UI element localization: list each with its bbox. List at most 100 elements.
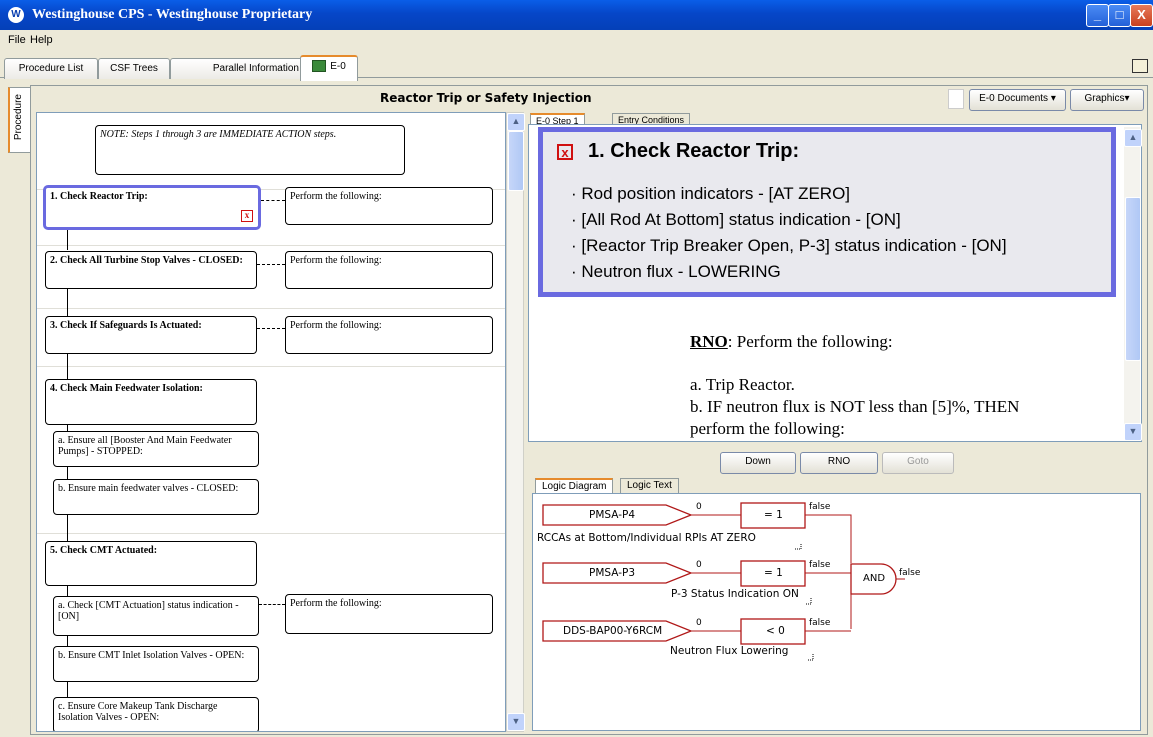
connector: [67, 586, 68, 596]
scroll-up-icon[interactable]: ▲: [1124, 129, 1142, 147]
close-button[interactable]: X: [1130, 4, 1153, 27]
logic-diagram-panel: PMSA-P4 0 = 1 false RCCAs at Bottom/Indi…: [532, 493, 1141, 731]
step-5b-box[interactable]: b. Ensure CMT Inlet Isolation Valves - O…: [53, 646, 259, 682]
input-tag: PMSA-P4: [589, 509, 636, 521]
down-button[interactable]: Down: [720, 452, 796, 474]
step-4-box[interactable]: 4. Check Main Feedwater Isolation:: [45, 379, 257, 425]
divider: [37, 366, 505, 367]
compare-label: = 1: [764, 509, 783, 521]
step-5c-box[interactable]: c. Ensure Core Makeup Tank Discharge Iso…: [53, 697, 259, 731]
connector: [67, 467, 68, 479]
rno-item-b: b. IF neutron flux is NOT less than [5]%…: [690, 397, 1020, 416]
tab-procedure-list[interactable]: Procedure List: [4, 58, 98, 79]
step-3-box[interactable]: 3. Check If Safeguards Is Actuated:: [45, 316, 257, 354]
wire: [805, 514, 852, 563]
scroll-down-icon[interactable]: ▼: [1124, 423, 1142, 441]
rno-button[interactable]: RNO: [800, 452, 878, 474]
chevron-down-icon: ▾: [1050, 93, 1056, 104]
maximize-button[interactable]: □: [1108, 4, 1131, 27]
connector: [67, 230, 68, 250]
procedure-title: Reactor Trip or Safety Injection: [380, 91, 592, 105]
app-icon: W: [8, 7, 24, 23]
step-4b-box[interactable]: b. Ensure main feedwater valves - CLOSED…: [53, 479, 259, 515]
divider: [37, 308, 505, 309]
compare-result: false: [809, 502, 831, 512]
step-3-rno-box[interactable]: Perform the following:: [285, 316, 493, 354]
step-5-box[interactable]: 5. Check CMT Actuated:: [45, 541, 257, 586]
tab-logic-text[interactable]: Logic Text: [620, 478, 679, 494]
connector: [67, 682, 68, 697]
step-1-label: 1. Check Reactor Trip:: [50, 191, 148, 202]
title-bar: W Westinghouse CPS - Westinghouse Propri…: [0, 0, 1153, 30]
tab-e-0[interactable]: E-0: [300, 55, 358, 81]
step-4a-box[interactable]: a. Ensure all [Booster And Main Feedwate…: [53, 431, 259, 467]
scroll-up-icon[interactable]: ▲: [507, 113, 525, 131]
rno-text: : Perform the following:: [727, 332, 893, 351]
failed-status-icon: x: [557, 144, 573, 160]
step-bullet: · [Reactor Trip Breaker Open, P-3] statu…: [571, 236, 1007, 255]
step-1-box[interactable]: 1. Check Reactor Trip: x: [43, 185, 261, 230]
menu-help[interactable]: Help: [30, 34, 53, 46]
input-description: RCCAs at Bottom/Individual RPIs AT ZERO: [537, 532, 756, 544]
scroll-thumb[interactable]: [508, 131, 524, 191]
menu-file[interactable]: File: [8, 34, 26, 46]
compare-label: = 1: [764, 567, 783, 579]
menu-bar: File Help: [0, 30, 1153, 50]
connector: [257, 264, 285, 265]
scroll-down-icon[interactable]: ▼: [507, 713, 525, 731]
step-detail-box: x 1. Check Reactor Trip: · Rod position …: [538, 127, 1116, 297]
step-2-box[interactable]: 2. Check All Turbine Stop Valves - CLOSE…: [45, 251, 257, 289]
rno-item-b-cont: perform the following:: [690, 419, 845, 438]
side-tab-label: Procedure: [13, 94, 24, 141]
e0-documents-dropdown[interactable]: E-0 Documents ▾: [969, 89, 1066, 111]
connector: [67, 289, 68, 316]
minimize-button[interactable]: _: [1086, 4, 1109, 27]
rno-heading: RNO: Perform the following:: [690, 332, 893, 352]
note-box: NOTE: Steps 1 through 3 are IMMEDIATE AC…: [95, 125, 405, 175]
e0-documents-label: E-0 Documents: [979, 93, 1049, 104]
connector: [67, 636, 68, 646]
step-bullet: · Neutron flux - LOWERING: [571, 262, 781, 281]
tab-procedure-side[interactable]: Procedure: [8, 87, 30, 153]
flowchart-panel[interactable]: NOTE: Steps 1 through 3 are IMMEDIATE AC…: [36, 112, 506, 732]
goto-button[interactable]: Goto: [882, 452, 954, 474]
tab-parallel-information[interactable]: Parallel Information: [170, 58, 306, 79]
input-value: 0: [696, 502, 702, 512]
failed-status-icon: x: [241, 210, 253, 222]
input-description: Neutron Flux Lowering: [670, 645, 789, 657]
input-value: 0: [696, 560, 702, 570]
step-2-rno-box[interactable]: Perform the following:: [285, 251, 493, 289]
input-description: P-3 Status Indication ON: [671, 588, 799, 600]
compare-label: < 0: [766, 625, 785, 637]
tab-e-0-label: E-0: [330, 61, 346, 72]
step-bullet: · Rod position indicators - [AT ZERO]: [571, 184, 851, 203]
scroll-thumb[interactable]: [1125, 197, 1141, 361]
gate-result: false: [899, 568, 921, 578]
step-5a-box[interactable]: a. Check [CMT Actuation] status indicati…: [53, 596, 259, 636]
procedure-icon: [312, 60, 327, 73]
tab-csf-trees[interactable]: CSF Trees: [98, 58, 170, 79]
graphics-dropdown[interactable]: Graphics▾: [1070, 89, 1144, 111]
folder-icon[interactable]: [1132, 59, 1148, 73]
connector: [259, 604, 285, 605]
connector: [257, 328, 285, 329]
input-value: 0: [696, 618, 702, 628]
rno-item-a: a. Trip Reactor.: [690, 375, 795, 394]
title-field: [948, 89, 964, 109]
step-1-rno-box[interactable]: Perform the following:: [285, 187, 493, 225]
step-bullet: · [All Rod At Bottom] status indication …: [571, 210, 901, 229]
connector: [67, 515, 68, 541]
compare-result: false: [809, 618, 831, 628]
dots-marker: [807, 654, 814, 661]
step-5a-rno-box[interactable]: Perform the following:: [285, 594, 493, 634]
gate-label: AND: [863, 573, 886, 584]
chevron-down-icon: ▾: [1124, 93, 1130, 104]
graphics-label: Graphics: [1084, 93, 1125, 104]
connector: [67, 354, 68, 379]
procedure-tabs: Procedure List CSF Trees Parallel Inform…: [0, 50, 1153, 81]
rno-label: RNO: [690, 332, 728, 351]
step-scrollbar[interactable]: ▲ ▼: [1124, 127, 1142, 441]
divider: [37, 245, 505, 246]
flowchart-scrollbar[interactable]: ▲ ▼: [506, 112, 525, 732]
connector: [261, 200, 285, 201]
